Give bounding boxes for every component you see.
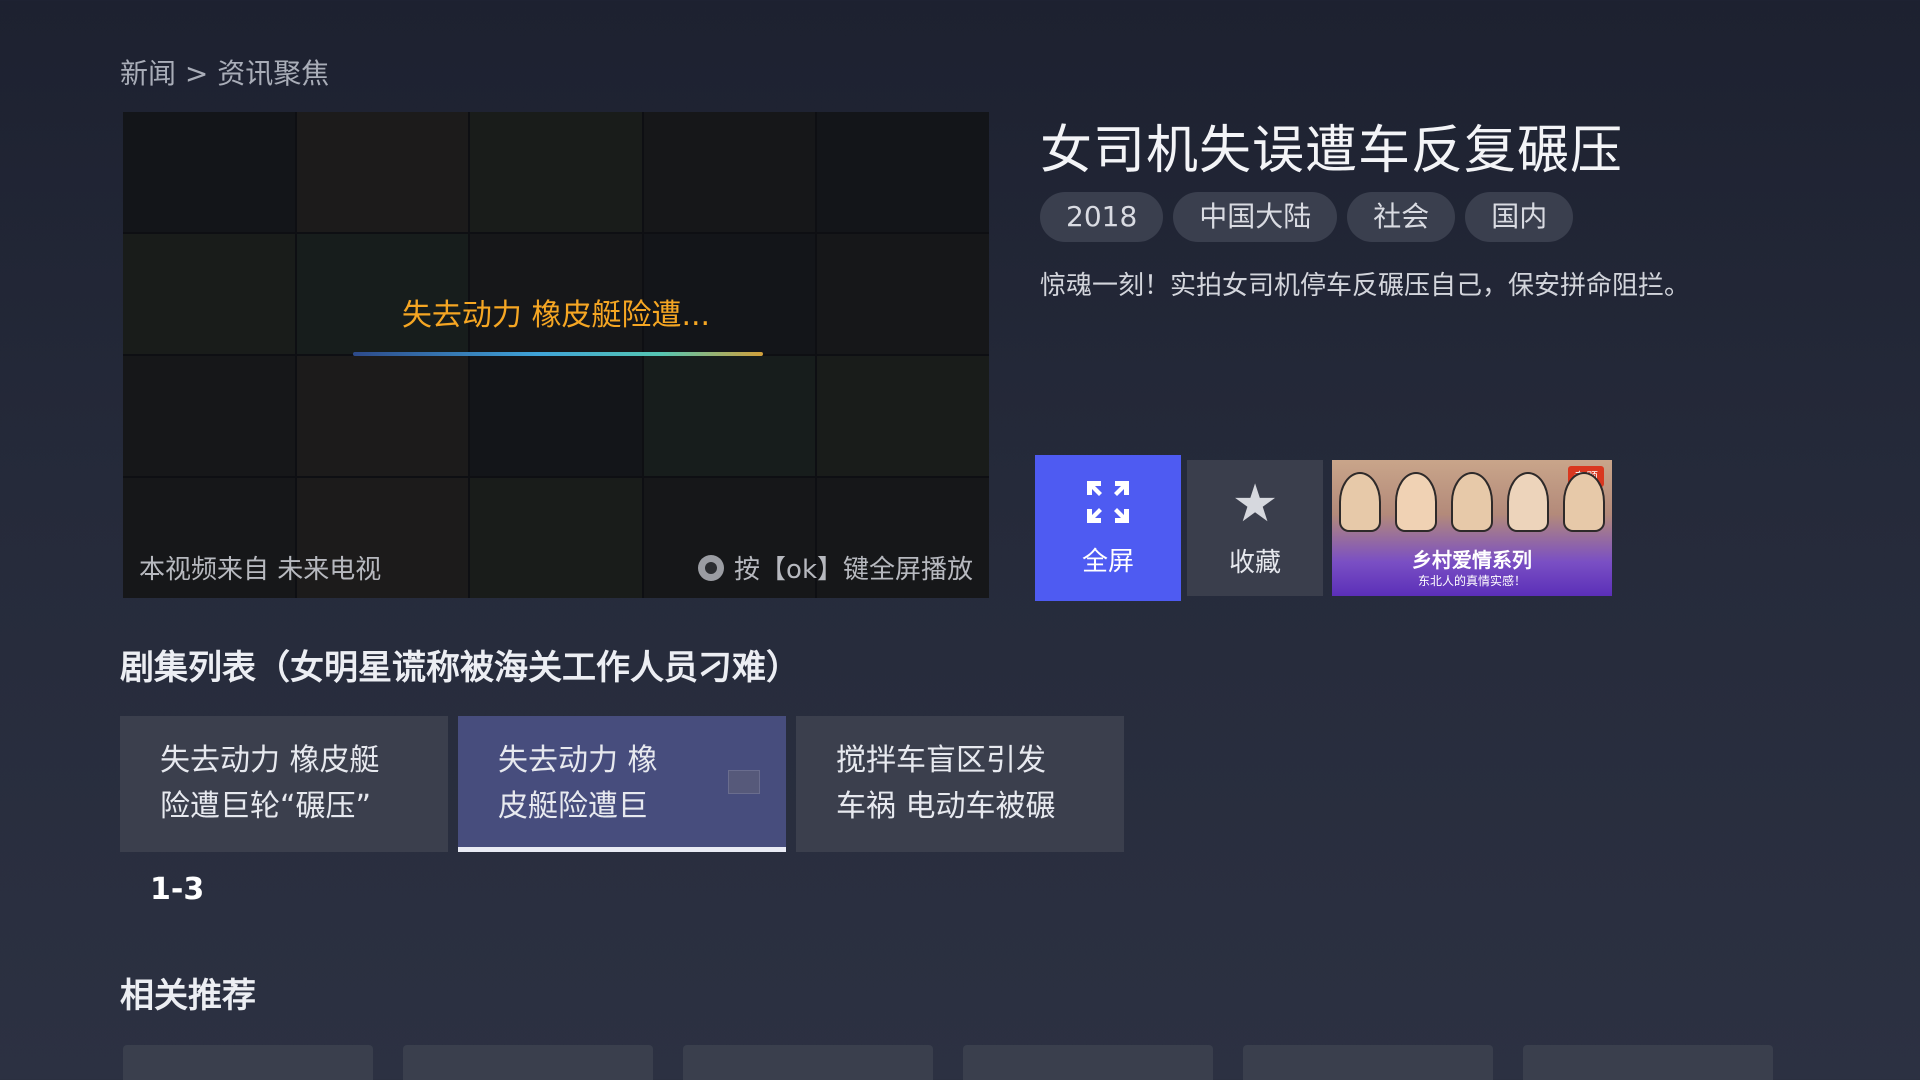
- ok-button-icon: [698, 554, 725, 581]
- video-source-text: 本视频来自 未来电视: [139, 555, 382, 585]
- recommend-card[interactable]: [963, 1045, 1213, 1080]
- episode-list: 失去动力 橡皮艇 险遭巨轮“碾压” 失去动力 橡 皮艇险遭巨 搅拌车盲区引发 车…: [120, 716, 1124, 852]
- recommend-list: [123, 1045, 1773, 1080]
- loading-title: 失去动力 橡皮艇险遭...: [401, 298, 711, 333]
- video-player[interactable]: 失去动力 橡皮艇险遭... 本视频来自 未来电视 按【ok】键全屏播放: [123, 112, 989, 598]
- recommend-card[interactable]: [683, 1045, 933, 1080]
- related-recommend-title: 相关推荐: [120, 976, 256, 1016]
- fullscreen-button[interactable]: 全屏: [1035, 455, 1181, 601]
- episode-thumbnail: [728, 770, 760, 794]
- episode-card-selected[interactable]: 失去动力 橡 皮艇险遭巨: [458, 716, 786, 852]
- episode-title-line1: 失去动力 橡皮艇: [160, 743, 380, 778]
- recommend-card[interactable]: [1523, 1045, 1773, 1080]
- recommend-card[interactable]: [123, 1045, 373, 1080]
- favorite-label: 收藏: [1228, 547, 1281, 578]
- recommend-card[interactable]: [403, 1045, 653, 1080]
- recommend-card[interactable]: [1243, 1045, 1493, 1080]
- episode-title-line2: 险遭巨轮“碾压”: [160, 789, 372, 824]
- loading-progress-bar: [353, 352, 763, 356]
- tag-list: 2018 中国大陆 社会 国内: [1040, 192, 1574, 242]
- promo-subtitle: 东北人的真情实感！: [1417, 574, 1526, 588]
- breadcrumb: 新闻 > 资讯聚焦: [120, 57, 330, 90]
- episode-list-title: 剧集列表（女明星谎称被海关工作人员刁难）: [120, 648, 800, 688]
- favorite-button[interactable]: ★ 收藏: [1187, 460, 1323, 596]
- episode-card[interactable]: 搅拌车盲区引发 车祸 电动车被碾: [796, 716, 1124, 852]
- promo-characters-illustration: [1332, 472, 1612, 532]
- tag-year: 2018: [1040, 192, 1164, 242]
- episode-title-line1: 失去动力 橡: [498, 743, 658, 778]
- fullscreen-label: 全屏: [1081, 546, 1134, 577]
- promo-banner-village-love[interactable]: 专题 乡村爱情系列 东北人的真情实感！: [1332, 460, 1612, 596]
- episode-title-line2: 皮艇险遭巨: [498, 789, 648, 824]
- video-title: 女司机失误遭车反复碾压: [1040, 121, 1624, 181]
- promo-title: 乡村爱情系列: [1412, 548, 1532, 572]
- episode-title-line2: 车祸 电动车被碾: [836, 789, 1056, 824]
- episode-range-tab[interactable]: 1-3: [150, 872, 204, 907]
- fullscreen-hint: 按【ok】键全屏播放: [698, 549, 973, 586]
- tag-subcategory: 国内: [1465, 192, 1574, 242]
- episode-title-line1: 搅拌车盲区引发: [836, 743, 1046, 778]
- episode-card[interactable]: 失去动力 橡皮艇 险遭巨轮“碾压”: [120, 716, 448, 852]
- fullscreen-hint-text: 按【ok】键全屏播放: [734, 555, 973, 585]
- video-description: 惊魂一刻！实拍女司机停车反碾压自己，保安拼命阻拦。: [1040, 271, 1691, 301]
- tag-category: 社会: [1347, 192, 1456, 242]
- star-icon: ★: [1231, 473, 1279, 534]
- fullscreen-icon: [1087, 480, 1129, 523]
- tag-region: 中国大陆: [1173, 192, 1338, 242]
